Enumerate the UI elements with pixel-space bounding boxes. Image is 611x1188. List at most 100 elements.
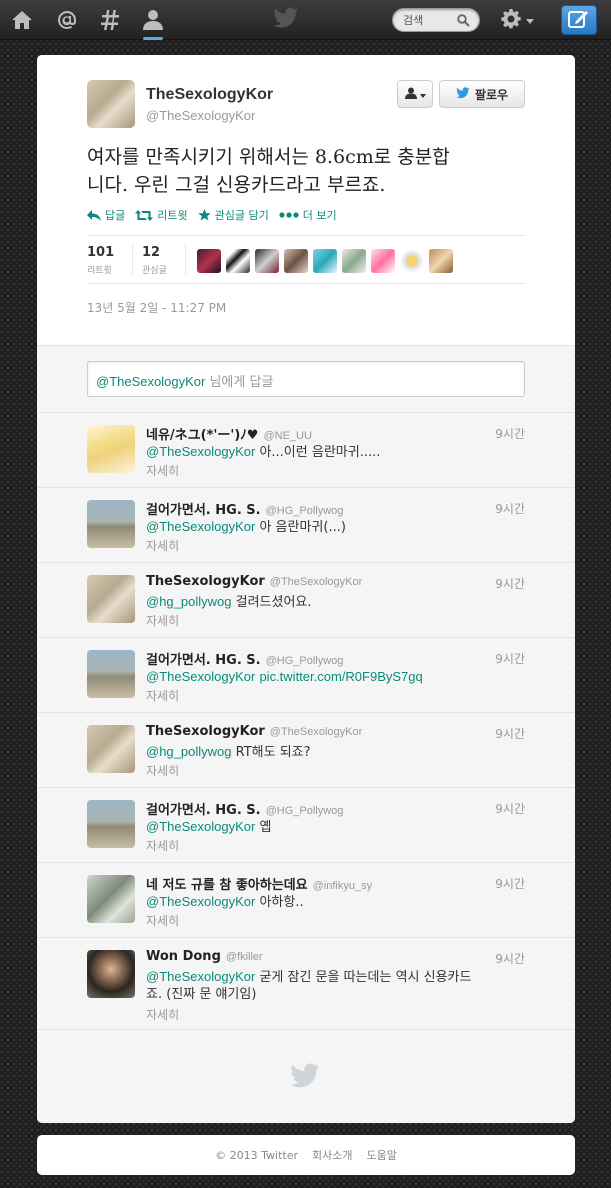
- reply-avatar[interactable]: [87, 725, 135, 773]
- reply-time[interactable]: 9시간: [495, 875, 525, 892]
- reply-mention[interactable]: @TheSexologyKor: [146, 444, 255, 459]
- reply-time[interactable]: 9시간: [495, 650, 525, 667]
- reply-icon: [87, 209, 101, 221]
- reply-author-name[interactable]: 네유/ネユ(*'ー')ﾉ♥: [146, 424, 258, 443]
- engager-avatar[interactable]: [197, 249, 221, 273]
- reply-mention[interactable]: @TheSexologyKor: [146, 894, 255, 909]
- reply-author-handle[interactable]: @NE_UU: [263, 430, 311, 442]
- reply-avatar[interactable]: [87, 800, 135, 848]
- mentions-icon[interactable]: [54, 8, 80, 32]
- reply-author-handle[interactable]: @TheSexologyKor: [270, 726, 363, 738]
- reply-tweet[interactable]: 걸어가면서. HG. S. @HG_Pollywog 9시간 @TheSexol…: [37, 788, 575, 863]
- reply-action[interactable]: 답글: [87, 207, 125, 223]
- follow-button[interactable]: 팔로우: [439, 80, 525, 108]
- reply-tweet[interactable]: TheSexologyKor @TheSexologyKor 9시간 @hg_p…: [37, 713, 575, 788]
- reply-avatar[interactable]: [87, 425, 135, 473]
- more-action[interactable]: 더 보기: [279, 207, 337, 223]
- reply-text: @hg_pollywog RT해도 되죠?: [146, 743, 526, 761]
- reply-author-name[interactable]: TheSexologyKor: [146, 724, 265, 739]
- reply-time[interactable]: 9시간: [495, 500, 525, 517]
- reply-text: @TheSexologyKor 굳게 잠긴 문을 따는데는 역시 신용카드 죠.…: [146, 968, 526, 1003]
- favorite-action[interactable]: 관심글 담기: [197, 207, 269, 223]
- reply-mention[interactable]: @TheSexologyKor: [146, 969, 255, 984]
- reply-time[interactable]: 9시간: [495, 725, 525, 742]
- reply-tweet[interactable]: Won Dong @fkiller 9시간 @TheSexologyKor 굳게…: [37, 938, 575, 1030]
- search-icon[interactable]: [457, 14, 470, 30]
- reply-body: 아하항..: [255, 895, 304, 910]
- reply-detail-link[interactable]: 자세히: [146, 612, 179, 629]
- author-avatar[interactable]: [87, 80, 135, 128]
- engager-avatar[interactable]: [429, 249, 453, 273]
- profile-icon[interactable]: [140, 8, 166, 40]
- reply-time[interactable]: 9시간: [495, 425, 525, 442]
- reply-detail-link[interactable]: 자세히: [146, 912, 179, 929]
- reply-time[interactable]: 9시간: [495, 575, 525, 592]
- reply-detail-link[interactable]: 자세히: [146, 537, 179, 554]
- reply-tweet[interactable]: TheSexologyKor @TheSexologyKor 9시간 @hg_p…: [37, 563, 575, 638]
- search-input[interactable]: [403, 12, 459, 28]
- user-actions-button[interactable]: [397, 80, 433, 108]
- reply-header: TheSexologyKor @TheSexologyKor: [146, 724, 362, 739]
- reply-time[interactable]: 9시간: [495, 800, 525, 817]
- home-icon[interactable]: [9, 8, 35, 32]
- reply-avatar[interactable]: [87, 575, 135, 623]
- reply-avatar[interactable]: [87, 875, 135, 923]
- reply-tweet[interactable]: 네유/ネユ(*'ー')ﾉ♥ @NE_UU 9시간 @TheSexologyKor…: [37, 413, 575, 488]
- engager-avatar[interactable]: [371, 249, 395, 273]
- reply-avatar[interactable]: [87, 500, 135, 548]
- reply-mention[interactable]: @TheSexologyKor: [146, 519, 255, 534]
- reply-detail-link[interactable]: 자세히: [146, 687, 179, 704]
- reply-author-handle[interactable]: @infikyu_sy: [313, 880, 372, 892]
- reply-time[interactable]: 9시간: [495, 950, 525, 967]
- reply-mention[interactable]: @hg_pollywog: [146, 744, 231, 759]
- reply-author-name[interactable]: 걸어가면서. HG. S.: [146, 649, 261, 668]
- reply-avatar[interactable]: [87, 650, 135, 698]
- tweet-text-line: 여자를 만족시키기 위해서는 8.6cm로 충분합: [87, 146, 450, 168]
- footer-about-link[interactable]: 회사소개: [312, 1147, 352, 1163]
- star-icon: [197, 209, 211, 221]
- engager-avatar[interactable]: [400, 249, 424, 273]
- reply-author-handle[interactable]: @HG_Pollywog: [266, 505, 344, 517]
- favorite-stat[interactable]: 12 관심글: [142, 245, 167, 276]
- compose-tweet-button[interactable]: [561, 5, 597, 35]
- reply-mention[interactable]: @TheSexologyKor: [146, 819, 255, 834]
- footer-help-link[interactable]: 도움말: [366, 1147, 396, 1163]
- discover-icon[interactable]: [98, 8, 124, 32]
- reply-mention[interactable]: @hg_pollywog: [146, 594, 231, 609]
- reply-author-name[interactable]: 네 저도 규를 참 좋아하는데요: [146, 874, 308, 893]
- reply-avatar[interactable]: [87, 950, 135, 998]
- reply-detail-link[interactable]: 자세히: [146, 1006, 179, 1023]
- engager-avatar[interactable]: [313, 249, 337, 273]
- replies-list: 네유/ネユ(*'ー')ﾉ♥ @NE_UU 9시간 @TheSexologyKor…: [37, 413, 575, 1123]
- author-name[interactable]: TheSexologyKor: [146, 86, 273, 104]
- engager-avatar[interactable]: [284, 249, 308, 273]
- reply-input[interactable]: @TheSexologyKor 님에게 답글: [87, 361, 525, 397]
- reply-tweet[interactable]: 걸어가면서. HG. S. @HG_Pollywog 9시간 @TheSexol…: [37, 488, 575, 563]
- reply-text: @hg_pollywog 걸려드셨어요.: [146, 593, 526, 611]
- engager-avatar[interactable]: [342, 249, 366, 273]
- settings-menu-button[interactable]: [500, 8, 538, 32]
- reply-media-link[interactable]: pic.twitter.com/R0F9ByS7gq: [259, 669, 422, 684]
- reply-detail-link[interactable]: 자세히: [146, 762, 179, 779]
- reply-author-handle[interactable]: @HG_Pollywog: [266, 655, 344, 667]
- reply-author-handle[interactable]: @fkiller: [226, 951, 263, 963]
- reply-author-name[interactable]: 걸어가면서. HG. S.: [146, 799, 261, 818]
- reply-detail-link[interactable]: 자세히: [146, 837, 179, 854]
- reply-tweet[interactable]: 걸어가면서. HG. S. @HG_Pollywog 9시간 @TheSexol…: [37, 638, 575, 713]
- retweet-stat[interactable]: 101 리트윗: [87, 245, 114, 276]
- tweet-timestamp[interactable]: 13년 5월 2일 - 11:27 PM: [87, 299, 226, 316]
- author-handle[interactable]: @TheSexologyKor: [146, 108, 255, 123]
- divider: [87, 235, 525, 236]
- reply-mention[interactable]: @TheSexologyKor: [146, 669, 255, 684]
- search-box[interactable]: [392, 8, 480, 32]
- reply-author-name[interactable]: TheSexologyKor: [146, 574, 265, 589]
- reply-detail-link[interactable]: 자세히: [146, 462, 179, 479]
- reply-author-name[interactable]: Won Dong: [146, 949, 221, 964]
- reply-author-name[interactable]: 걸어가면서. HG. S.: [146, 499, 261, 518]
- engager-avatar[interactable]: [255, 249, 279, 273]
- reply-tweet[interactable]: 네 저도 규를 참 좋아하는데요 @infikyu_sy 9시간 @TheSex…: [37, 863, 575, 938]
- reply-author-handle[interactable]: @HG_Pollywog: [266, 805, 344, 817]
- engager-avatar[interactable]: [226, 249, 250, 273]
- reply-author-handle[interactable]: @TheSexologyKor: [270, 576, 363, 588]
- retweet-action[interactable]: 리트윗: [135, 207, 188, 223]
